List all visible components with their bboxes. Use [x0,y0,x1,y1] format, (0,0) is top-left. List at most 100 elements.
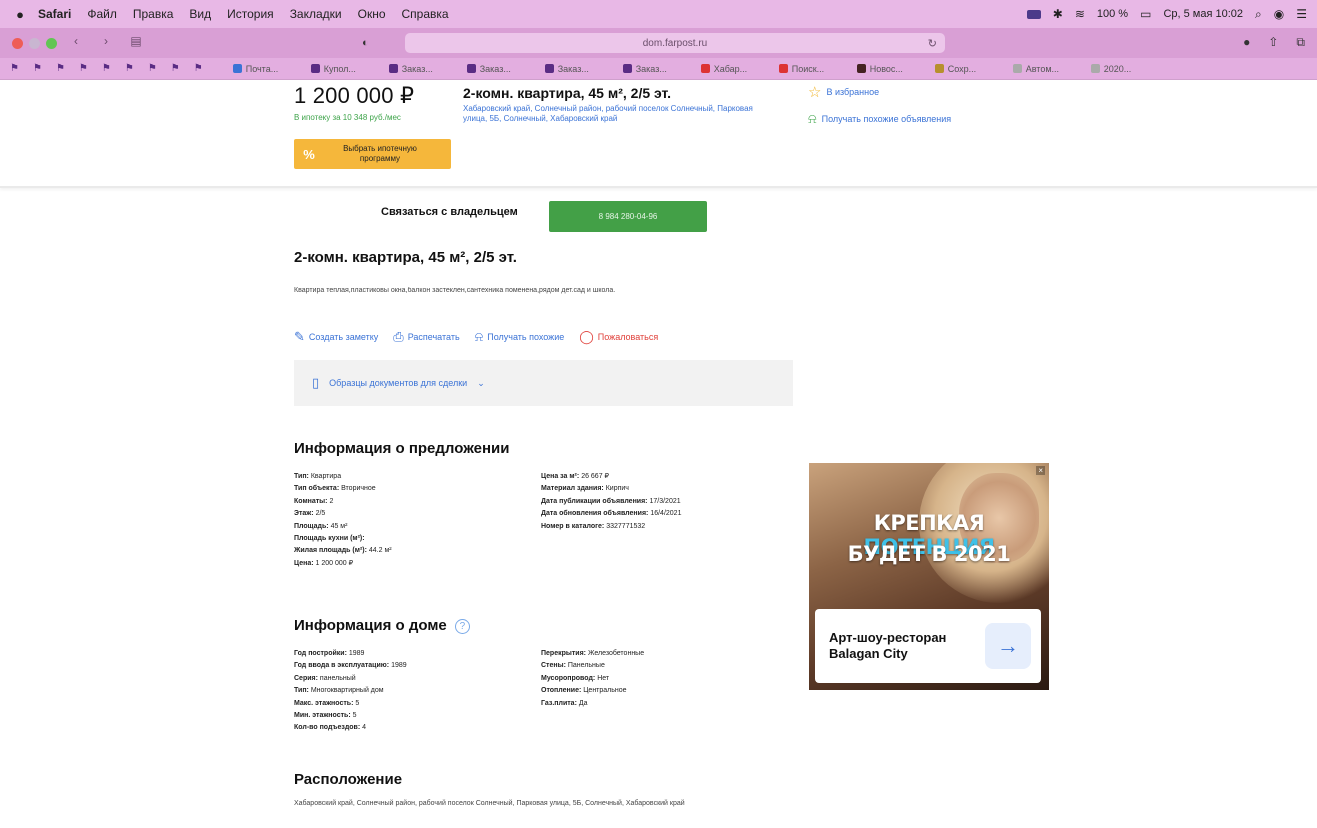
bookmark-item[interactable]: Почта... [232,64,301,74]
arrow-right-icon[interactable]: → [985,623,1031,669]
menu-window[interactable]: Окно [350,7,394,21]
site-icon [778,64,788,73]
bookmark-item[interactable]: Новос... [856,64,925,74]
bookmark-icon[interactable]: ⚑ [148,63,157,74]
clock[interactable]: Ср, 5 мая 10:02 [1163,8,1243,20]
pen-icon: ✎ [294,329,305,344]
offer-info-title: Информация о предложении [294,440,510,457]
bookmark-item[interactable]: Поиск... [778,64,847,74]
bookmark-tabs: Почта... Купол... Заказ... Заказ... Зака… [232,64,1159,74]
menu-help[interactable]: Справка [394,7,457,21]
tabs-overview-icon[interactable]: ⧉ [1296,35,1305,50]
bookmark-icon[interactable]: ⚑ [194,63,203,74]
status-area: ✱ ≋ 100 % ▭ Ср, 5 мая 10:02 ⌕ ◉ ☰ [1026,7,1317,22]
menu-view[interactable]: Вид [181,7,219,21]
window-controls [0,37,57,49]
create-note-label: Создать заметку [308,332,379,342]
forward-icon[interactable]: › [95,34,117,52]
create-note-link[interactable]: ✎ Создать заметку [294,329,378,345]
menu-history[interactable]: История [219,7,282,21]
choose-mortgage-button[interactable]: % Выбрать ипотечную программу [294,139,451,169]
house-info-right: Перекрытия: Железобетонные Стены: Панель… [541,648,644,710]
info-row: Площадь кухни (м²): [294,535,365,543]
mortgage-note[interactable]: В ипотеку за 10 348 руб./мес [294,113,401,122]
address-bar[interactable]: dom.farpost.ru ↻ [405,33,945,53]
address-bar-url: dom.farpost.ru [642,37,708,49]
bookmark-item[interactable]: Хабар... [700,64,769,74]
bookmark-icon[interactable]: ⚑ [10,63,19,74]
document-icon: ▯ [312,375,320,390]
zoom-window-button[interactable] [46,37,57,49]
show-phone-button[interactable]: 8 984 280-04-96 [549,201,707,232]
site-icon [700,64,710,73]
app-status-icon[interactable] [1026,9,1041,19]
bookmark-item[interactable]: Заказ... [466,64,535,74]
privacy-shield-icon[interactable]: ◐ [362,37,369,49]
listing-title: 2-комн. квартира, 45 м², 2/5 эт. [294,249,517,266]
info-row: Мусоропровод: Нет [541,674,610,682]
menu-edit[interactable]: Правка [125,7,182,21]
bluetooth-icon[interactable]: ✱ [1053,7,1063,21]
bookmark-icon[interactable]: ⚑ [171,63,180,74]
apple-menu-icon[interactable]: ● [0,7,30,22]
bookmark-icon[interactable]: ⚑ [102,63,111,74]
menu-file[interactable]: Файл [79,7,125,21]
bookmark-item[interactable]: Сохр... [934,64,1003,74]
advertisement-banner[interactable]: × КРЕПКАЯ ПОТЕНЦИЯ БУДЕТ В 2021 Арт-шоу-… [809,463,1049,690]
macos-menubar: ● Safari Файл Правка Вид История Закладк… [0,0,1317,28]
info-row: Мин. этажность: 5 [294,712,357,720]
info-row: Серия: панельный [294,674,356,682]
wifi-icon[interactable]: ≋ [1075,7,1085,21]
info-row: Материал здания: Кирпич [541,485,629,493]
get-similar-link[interactable]: ⍾ Получать похожие [475,329,565,345]
complain-link[interactable]: ◯ Пожаловаться [579,329,658,345]
bookmark-icon[interactable]: ⚑ [79,63,88,74]
location-title: Расположение [294,771,403,788]
share-icon[interactable]: ⇧ [1268,35,1278,50]
info-row: Перекрытия: Железобетонные [541,650,645,657]
ad-card-text: Арт-шоу-ресторан Balagan City [829,630,947,661]
print-link[interactable]: ⎙ Распечатать [393,329,459,345]
bookmark-item[interactable]: Автом... [1012,64,1081,74]
info-row: Газ.плита: Да [541,699,588,707]
bookmark-icon[interactable]: ⚑ [125,63,134,74]
siri-icon[interactable]: ◉ [1274,7,1284,21]
help-icon[interactable]: ? [454,618,470,634]
listing-price: 1 200 000 ₽ [294,83,415,108]
menu-app[interactable]: Safari [30,7,79,21]
get-similar-label: Получать похожие [487,332,565,342]
minimize-window-button[interactable] [29,37,40,49]
bookmark-item[interactable]: Заказ... [622,64,691,74]
back-icon[interactable]: ‹ [65,34,87,52]
ad-close-icon[interactable]: × [1036,466,1045,475]
deal-documents-dropdown[interactable]: ▯ Образцы документов для сделки ⌄ [294,360,793,406]
ad-card[interactable]: Арт-шоу-ресторан Balagan City → [815,609,1041,683]
add-to-favorites-link[interactable]: ☆ В избранное [808,83,879,101]
menu-bookmarks[interactable]: Закладки [282,7,350,21]
info-row: Цена за м²: 26 667 ₽ [541,473,609,480]
bookmark-icon[interactable]: ⚑ [33,63,42,74]
bookmark-item[interactable]: Купол... [310,64,379,74]
header-address-link[interactable]: Хабаровский край, Солнечный район, рабоч… [463,104,763,124]
bookmark-item[interactable]: Заказ... [544,64,613,74]
battery-icon[interactable]: ▭ [1140,7,1151,21]
site-icon [856,64,866,73]
sidebar-icon[interactable]: ▤ [125,34,147,52]
control-center-icon[interactable]: ☰ [1296,7,1307,21]
subscribe-similar-link[interactable]: ⍾ Получать похожие объявления [808,111,951,127]
bookmark-icon[interactable]: ⚑ [56,63,65,74]
reload-icon[interactable]: ↻ [928,37,937,50]
close-window-button[interactable] [12,37,23,49]
spotlight-icon[interactable]: ⌕ [1255,7,1262,22]
info-row: Тип: Квартира [294,473,342,480]
bookmark-item[interactable]: Заказ... [388,64,457,74]
contact-owner-label: Связаться с владельцем [381,206,518,218]
info-row: Комнаты: 2 [294,497,334,505]
mail-icon [232,64,242,73]
bookmark-icon [388,64,398,73]
info-row: Площадь: 45 м² [294,522,348,530]
info-row: Номер в каталоге: 3327771532 [541,522,646,530]
extension-icon[interactable]: ● [1243,35,1250,50]
bookmark-item[interactable]: 2020... [1090,64,1159,74]
toolbar-right: ● ⇧ ⧉ [1243,35,1305,50]
